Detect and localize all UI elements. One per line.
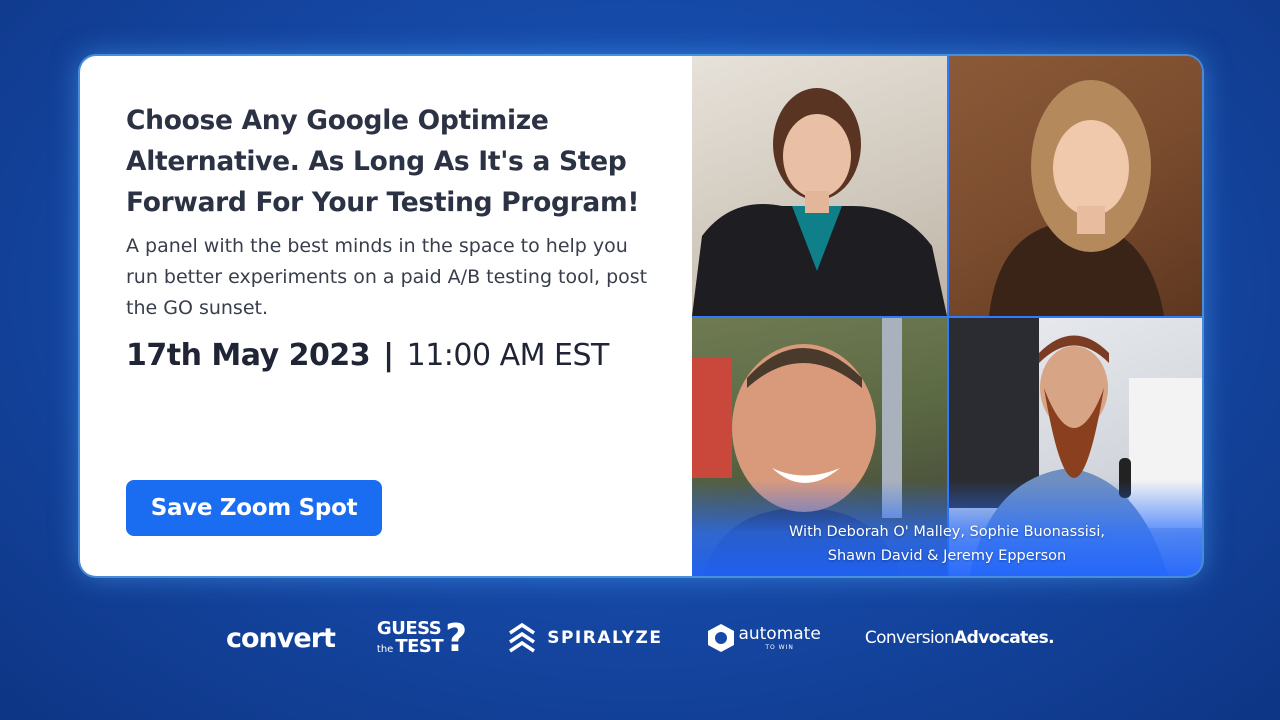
datetime-separator: |: [383, 338, 394, 373]
speakers-caption: With Deborah O' Malley, Sophie Buonassis…: [692, 520, 1202, 568]
convert-logo: convert: [226, 622, 336, 654]
question-mark-icon: ?: [445, 616, 468, 660]
spiralyze-wordmark: SPIRALYZE: [547, 628, 663, 648]
speaker-photo-deborah: [692, 56, 947, 316]
conversion-advocates-regular: Conversion: [864, 628, 955, 648]
event-datetime: 17th May 2023 | 11:00 AM EST: [126, 338, 662, 373]
guess-the-test-logo: GUESS the TEST ?: [377, 619, 467, 657]
automate-wordmark: automate: [738, 623, 821, 644]
spiralyze-chevrons-icon: [509, 622, 536, 653]
event-headline: Choose Any Google Optimize Alternative. …: [126, 105, 640, 218]
automate-hexagon-icon: [708, 624, 735, 652]
event-date: 17th May 2023: [126, 338, 371, 373]
guess-the-test-line2: TEST: [395, 636, 444, 657]
conversion-advocates-logo: Conversion Advocates.: [864, 628, 1055, 648]
event-time: 11:00 AM EST: [406, 338, 610, 373]
event-card: Choose Any Google Optimize Alternative. …: [80, 56, 1202, 576]
event-info-panel: Choose Any Google Optimize Alternative. …: [80, 56, 692, 576]
automate-subtext: TO WIN: [765, 643, 794, 651]
save-zoom-spot-button[interactable]: Save Zoom Spot: [126, 480, 382, 536]
automate-logo: automate TO WIN: [706, 622, 821, 654]
speakers-caption-line1: With Deborah O' Malley, Sophie Buonassis…: [789, 524, 1105, 540]
event-description: A panel with the best minds in the space…: [126, 235, 648, 319]
sponsor-logo-bar: convert GUESS the TEST ? SPIRALYZE autom…: [0, 606, 1280, 670]
speakers-caption-line2: Shawn David & Jeremy Epperson: [827, 548, 1067, 564]
speaker-photo-sophie: [949, 56, 1202, 316]
guess-the-test-the: the: [376, 644, 394, 655]
spiralyze-logo: SPIRALYZE: [507, 621, 662, 655]
speaker-photo-grid: With Deborah O' Malley, Sophie Buonassis…: [692, 56, 1202, 576]
conversion-advocates-bold: Advocates.: [954, 628, 1054, 648]
